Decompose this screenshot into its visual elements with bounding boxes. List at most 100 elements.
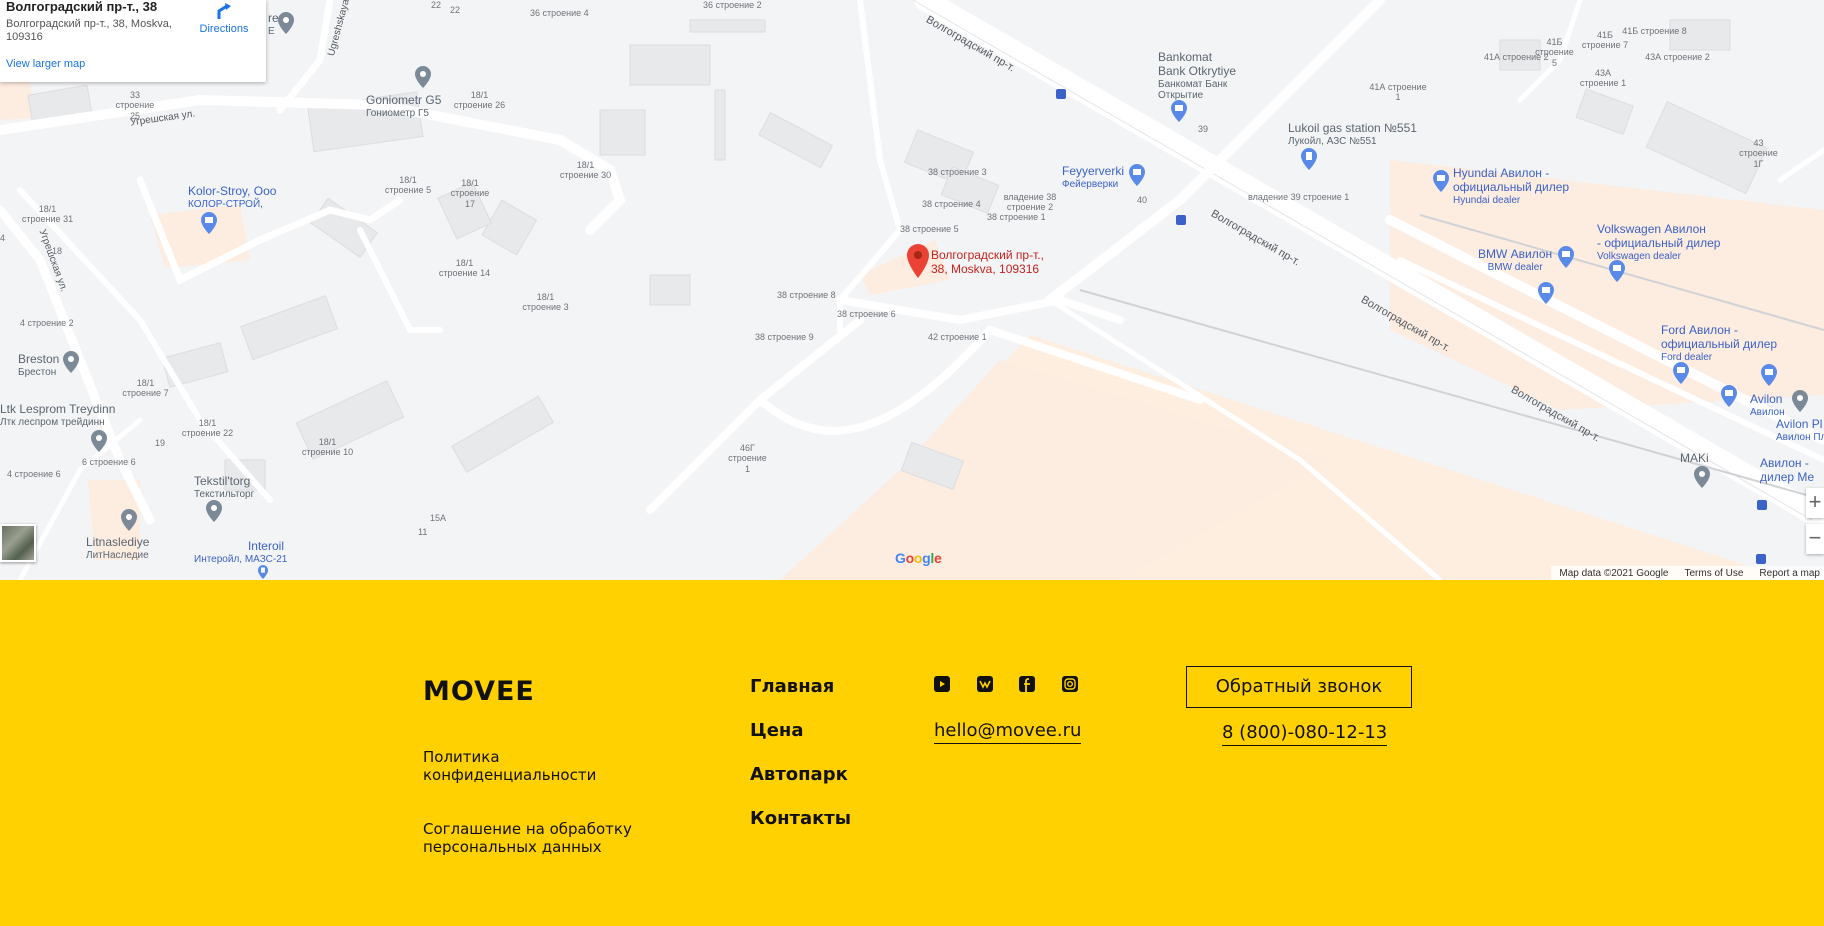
google-logo: Google [895, 550, 942, 566]
poi-label: Авилон - дилер Ме [1760, 456, 1815, 484]
data-agreement-link[interactable]: Соглашение на обработку персональных данн… [423, 820, 653, 856]
building-label: 4 строение 6 [7, 469, 61, 479]
site-footer: MOVEE Политика конфиденциальности Соглаше… [0, 580, 1824, 926]
nav-link-fleet[interactable]: Автопарк [750, 764, 848, 785]
building-label: 18/1 строение 14 [438, 258, 491, 279]
building-label: 4 строение 2 [20, 318, 74, 328]
marker-label: Волгоградский пр-т., 38, Moskva, 109316 [931, 248, 1044, 276]
poi-label: Goniometr G5 Гониометр Г5 [366, 93, 442, 119]
building-label: 19 [155, 438, 166, 448]
location-marker-icon[interactable] [906, 244, 930, 278]
building-label: 43А строение 2 [1645, 52, 1710, 62]
privacy-policy-link[interactable]: Политика конфиденциальности [423, 748, 653, 784]
building-label: 41Б строение 8 [1622, 26, 1687, 36]
poi-label: Litnaslediye ЛитНаследие [86, 535, 150, 561]
building-label: 43А строение 1 [1579, 68, 1627, 89]
callback-button[interactable]: Обратный звонок [1186, 666, 1412, 708]
youtube-icon[interactable] [934, 676, 950, 692]
building-label: 41А строение 1 [1369, 82, 1427, 103]
bus-stop-icon[interactable] [1757, 500, 1767, 510]
place-pin-icon[interactable] [1693, 466, 1711, 488]
poi-label: MAKi [1680, 451, 1709, 465]
building-label: 18/1 строение 22 [181, 418, 234, 439]
building-label: 39 [1198, 124, 1209, 134]
map-embed[interactable]: Волгоградский пр-т. Волгоградский пр-т. … [0, 0, 1824, 580]
building-label: 38 строение 1 [987, 212, 1046, 222]
poi-label: Avilon Pl Авилон Пл [1776, 417, 1824, 443]
building-label: владение 39 строение 1 [1248, 192, 1350, 202]
shop-pin-icon[interactable] [200, 212, 218, 234]
zoom-in-button[interactable]: + [1806, 488, 1824, 518]
gas-station-pin-icon[interactable] [1300, 148, 1318, 170]
building-label: 18/1 строение 30 [559, 160, 612, 181]
building-label: 36 строение 2 [703, 0, 762, 10]
map-attribution: Map data ©2021 Google Terms of Use Repor… [1551, 566, 1824, 580]
place-title: Волгоградский пр-т., 38 [6, 0, 158, 14]
building-label: 4 [0, 233, 6, 243]
building-label: 36 строение 4 [530, 8, 589, 18]
building-label: 46Г строение 1 [728, 443, 767, 474]
building-label: 38 строение 3 [928, 167, 987, 177]
poi-label: Breston Брестон [18, 352, 60, 378]
car-dealer-pin-icon[interactable] [1537, 282, 1555, 304]
instagram-icon[interactable] [1062, 676, 1078, 692]
vk-icon[interactable] [977, 676, 993, 692]
building-label: 43 строение 1Г [1739, 138, 1778, 169]
place-pin-icon[interactable] [120, 509, 138, 531]
building-label: 11 [418, 527, 428, 537]
place-pin-icon[interactable] [1791, 390, 1809, 412]
car-dealer-pin-icon[interactable] [1557, 246, 1575, 268]
site-logo[interactable]: MOVEE [423, 676, 535, 707]
nav-link-contacts[interactable]: Контакты [750, 808, 851, 829]
bus-stop-icon[interactable] [1056, 89, 1066, 99]
terms-link[interactable]: Terms of Use [1685, 568, 1744, 580]
poi-label: Hyundai Авилон - официальный дилер Hyundai… [1453, 166, 1570, 206]
poi-label: Lukoil gas station №551 Лукойл, АЗС №551 [1288, 121, 1417, 147]
report-map-link[interactable]: Report a map [1759, 568, 1820, 580]
facebook-icon[interactable] [1019, 676, 1035, 692]
car-dealer-pin-icon[interactable] [1432, 170, 1450, 192]
email-link[interactable]: hello@movee.ru [934, 720, 1082, 744]
atm-pin-icon[interactable] [1170, 100, 1188, 122]
place-pin-icon[interactable] [205, 500, 223, 522]
car-dealer-pin-icon[interactable] [1608, 260, 1626, 282]
building-label: 40 [1137, 195, 1148, 205]
place-pin-icon[interactable] [277, 12, 295, 34]
building-label: владение 38 строение 2 [1003, 192, 1057, 213]
poi-label: Interoil Интеройл, МАЗС-21 [194, 539, 288, 565]
poi-label: re E [268, 11, 279, 37]
poi-label: Ford Авилон - официальный дилер Ford deale… [1661, 323, 1778, 363]
bus-stop-icon[interactable] [1176, 215, 1186, 225]
phone-link[interactable]: 8 (800)-080-12-13 [1222, 722, 1388, 746]
car-dealer-pin-icon[interactable] [1720, 385, 1738, 407]
building-label: 38 строение 9 [755, 332, 814, 342]
gas-station-pin-icon[interactable] [255, 565, 271, 579]
poi-label: Volkswagen Авилон - официальный дилер Volk… [1597, 222, 1721, 262]
building-label: 22 [431, 0, 442, 10]
view-larger-map-link[interactable]: View larger map [6, 58, 85, 70]
poi-label: BMW Авилон BMW dealer [1478, 247, 1553, 273]
building-label: 18/1 строение 7 [122, 378, 169, 399]
building-label: 38 строение 6 [837, 309, 896, 319]
place-pin-icon[interactable] [62, 351, 80, 373]
place-address: Волгоградский пр-т., 38, Moskva, 109316 [6, 18, 172, 44]
building-label: 18/1 строение 10 [301, 437, 354, 458]
building-label: 42 строение 1 [928, 332, 987, 342]
directions-button[interactable]: Directions [196, 2, 252, 35]
nav-link-home[interactable]: Главная [750, 676, 834, 697]
building-label: 18/1 строение 3 [522, 292, 569, 313]
place-pin-icon[interactable] [414, 66, 432, 88]
poi-label: Bankomat Bank Otkrytiye Банкомат Банк Откры… [1158, 50, 1237, 102]
satellite-toggle[interactable] [0, 524, 36, 562]
nav-link-price[interactable]: Цена [750, 720, 804, 741]
building-label: 22 [450, 5, 461, 15]
poi-label: Ltk Lesprom Treydinn Лтк леспром трейдинн [0, 402, 116, 428]
building-label: 38 строение 8 [777, 290, 836, 300]
zoom-out-button[interactable]: − [1806, 524, 1824, 554]
place-pin-icon[interactable] [90, 430, 108, 452]
poi-label: Avilon Авилон [1750, 392, 1785, 418]
car-dealer-pin-icon[interactable] [1672, 362, 1690, 384]
bus-stop-icon[interactable] [1756, 554, 1766, 564]
car-dealer-pin-icon[interactable] [1760, 364, 1778, 386]
shop-pin-icon[interactable] [1128, 164, 1146, 186]
